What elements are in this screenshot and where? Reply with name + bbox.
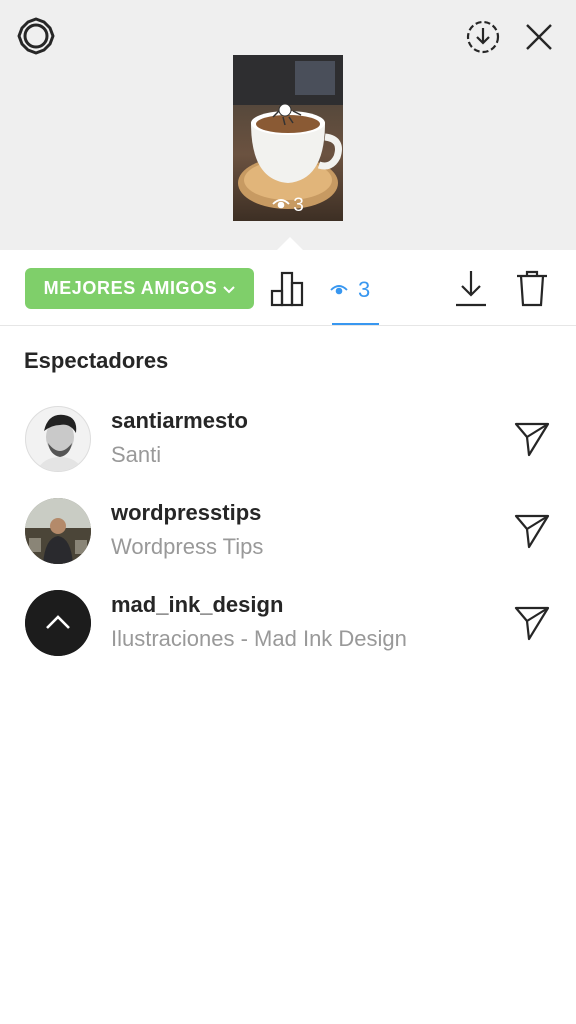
viewer-fullname: Wordpress Tips xyxy=(111,534,264,559)
active-tab-indicator xyxy=(332,323,379,325)
story-thumbnail[interactable]: 3 xyxy=(233,55,343,221)
save-download-icon[interactable] xyxy=(464,18,502,56)
thumbnail-view-count-text: 3 xyxy=(293,195,304,216)
viewer-row[interactable]: santiarmesto Santi xyxy=(0,406,576,486)
delete-trash-icon[interactable] xyxy=(514,268,550,308)
views-tab[interactable]: 3 xyxy=(330,270,380,310)
send-message-icon[interactable] xyxy=(513,512,551,550)
thumbnail-view-count: 3 xyxy=(233,195,343,217)
viewer-username[interactable]: wordpresstips xyxy=(111,500,261,526)
viewers-section-title: Espectadores xyxy=(24,348,169,373)
eye-icon xyxy=(330,277,348,303)
viewer-row[interactable]: mad_ink_design Ilustraciones - Mad Ink D… xyxy=(0,590,576,670)
send-message-icon[interactable] xyxy=(513,604,551,642)
audience-selector-button[interactable]: MEJORES AMIGOS xyxy=(25,268,254,309)
viewer-fullname: Santi xyxy=(111,442,162,467)
audience-label: MEJORES AMIGOS xyxy=(43,278,218,298)
viewer-username[interactable]: santiarmesto xyxy=(111,408,248,434)
viewer-row[interactable]: wordpresstips Wordpress Tips xyxy=(0,498,576,578)
avatar xyxy=(25,406,91,472)
avatar xyxy=(25,498,91,564)
chevron-down-icon xyxy=(223,278,236,299)
eye-icon xyxy=(272,195,290,217)
settings-gear-icon[interactable] xyxy=(16,16,56,56)
insights-chart-icon[interactable] xyxy=(270,268,306,308)
avatar xyxy=(25,590,91,656)
preview-pointer xyxy=(277,237,303,250)
viewer-fullname: Ilustraciones - Mad Ink Design xyxy=(111,626,407,651)
download-icon[interactable] xyxy=(453,268,489,308)
views-count: 3 xyxy=(358,277,371,302)
send-message-icon[interactable] xyxy=(513,420,551,458)
close-icon[interactable] xyxy=(522,20,556,54)
viewer-username[interactable]: mad_ink_design xyxy=(111,592,283,618)
